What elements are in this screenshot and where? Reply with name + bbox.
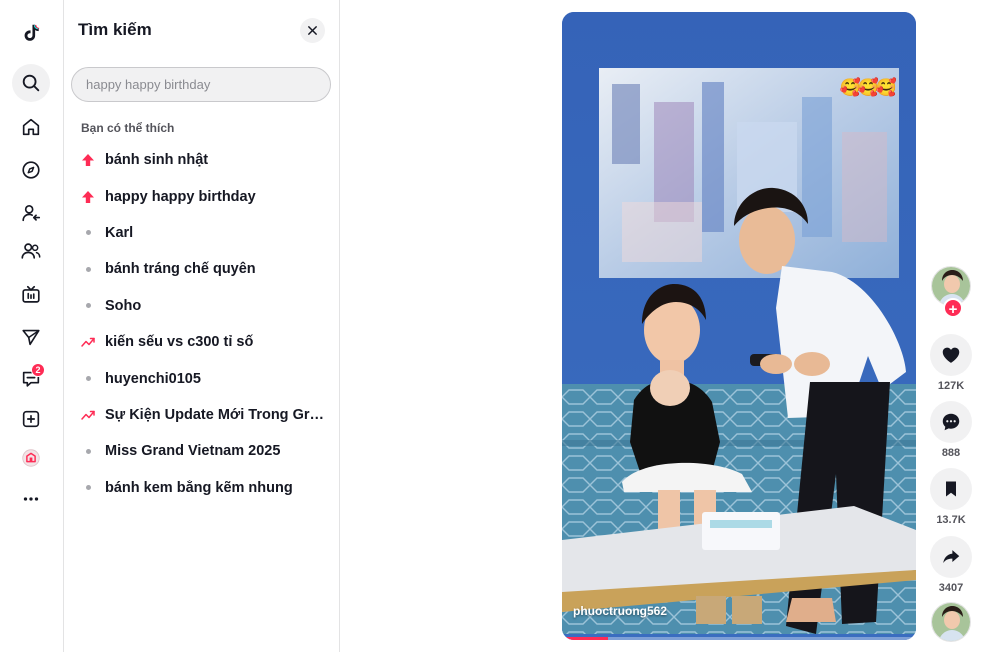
creator-avatar-wrap[interactable]: + xyxy=(931,266,971,318)
bookmark-icon xyxy=(946,481,956,497)
sound-avatar[interactable] xyxy=(931,602,971,642)
search-icon[interactable] xyxy=(12,64,50,102)
dot-icon xyxy=(81,262,95,276)
hot-arrow-icon xyxy=(81,190,95,204)
dot-icon xyxy=(81,226,95,240)
suggestion-item[interactable]: bánh kem bằng kẽm nhung xyxy=(81,470,331,506)
dot-icon xyxy=(81,444,95,458)
explore-compass-icon[interactable] xyxy=(12,151,50,189)
video-progress-fill xyxy=(562,637,609,640)
video-progress-bar[interactable] xyxy=(562,637,916,640)
following-icon[interactable] xyxy=(12,194,50,232)
activity-inbox-icon[interactable]: 2 xyxy=(12,360,50,398)
like-button[interactable] xyxy=(930,334,972,376)
upload-icon[interactable] xyxy=(12,400,50,438)
close-icon xyxy=(308,26,317,35)
suggestions-heading: Bạn có thể thích xyxy=(81,121,175,135)
comment-icon xyxy=(942,413,960,431)
more-dots-icon[interactable] xyxy=(12,480,50,518)
dot-icon xyxy=(81,299,95,313)
follow-plus-button[interactable]: + xyxy=(943,298,963,318)
suggestion-item[interactable]: Karl xyxy=(81,215,331,251)
dot-icon xyxy=(81,481,95,495)
hot-arrow-icon xyxy=(81,153,95,167)
save-button[interactable] xyxy=(930,468,972,510)
search-panel: Tìm kiếm Bạn có thể thích bánh sinh nhật… xyxy=(64,0,340,652)
suggestion-item[interactable]: bánh tráng chế quyên xyxy=(81,251,331,287)
share-arrow-icon xyxy=(943,550,960,564)
video-username[interactable]: phuoctruong562 xyxy=(573,604,667,618)
suggestion-label: huyenchi0105 xyxy=(105,370,201,387)
share-button[interactable] xyxy=(930,536,972,578)
suggestion-label: kiến sếu vs c300 tỉ số xyxy=(105,334,254,351)
video-player[interactable]: 🥰🥰🥰 phuoctruong562 xyxy=(562,12,916,640)
video-frame-image xyxy=(562,12,916,640)
suggestion-item[interactable]: kiến sếu vs c300 tỉ số xyxy=(81,324,331,360)
suggestion-label: Sự Kiện Update Mới Trong Gro... xyxy=(105,406,327,423)
search-input[interactable] xyxy=(86,77,316,92)
profile-icon[interactable] xyxy=(12,439,50,477)
save-count: 13.7K xyxy=(936,514,966,526)
suggestion-label: Soho xyxy=(105,297,142,314)
suggestion-label: bánh sinh nhật xyxy=(105,152,209,169)
comment-button[interactable] xyxy=(930,401,972,443)
panel-title: Tìm kiếm xyxy=(78,20,152,39)
trending-icon xyxy=(81,335,95,349)
comment-count: 888 xyxy=(941,447,961,459)
suggestions-list: bánh sinh nhật happy happy birthday Karl bá… xyxy=(81,142,331,506)
tiktok-logo-icon[interactable] xyxy=(12,14,50,52)
suggestion-item[interactable]: Soho xyxy=(81,288,331,324)
live-tv-icon[interactable] xyxy=(12,276,50,314)
search-box[interactable] xyxy=(71,67,331,102)
heart-icon xyxy=(942,347,960,363)
activity-badge: 2 xyxy=(31,363,45,377)
suggestion-label: bánh kem bằng kẽm nhung xyxy=(105,479,293,496)
suggestion-label: happy happy birthday xyxy=(105,188,256,205)
suggestion-item[interactable]: happy happy birthday xyxy=(81,178,331,214)
emoji-overlay: 🥰🥰🥰 xyxy=(839,78,896,97)
suggestion-item[interactable]: Sự Kiện Update Mới Trong Gro... xyxy=(81,397,331,433)
close-button[interactable] xyxy=(300,18,325,43)
suggestion-label: bánh tráng chế quyên xyxy=(105,261,256,278)
friends-icon[interactable] xyxy=(12,232,50,270)
share-count: 3407 xyxy=(938,582,964,594)
messages-send-icon[interactable] xyxy=(12,318,50,356)
trending-icon xyxy=(81,408,95,422)
dot-icon xyxy=(81,372,95,386)
like-count: 127K xyxy=(937,380,965,392)
sidebar: 2 xyxy=(0,0,64,652)
suggestion-item[interactable]: bánh sinh nhật xyxy=(81,142,331,178)
home-icon[interactable] xyxy=(12,108,50,146)
suggestion-label: Miss Grand Vietnam 2025 xyxy=(105,443,281,460)
suggestion-item[interactable]: huyenchi0105 xyxy=(81,360,331,396)
suggestion-item[interactable]: Miss Grand Vietnam 2025 xyxy=(81,433,331,469)
suggestion-label: Karl xyxy=(105,224,134,241)
